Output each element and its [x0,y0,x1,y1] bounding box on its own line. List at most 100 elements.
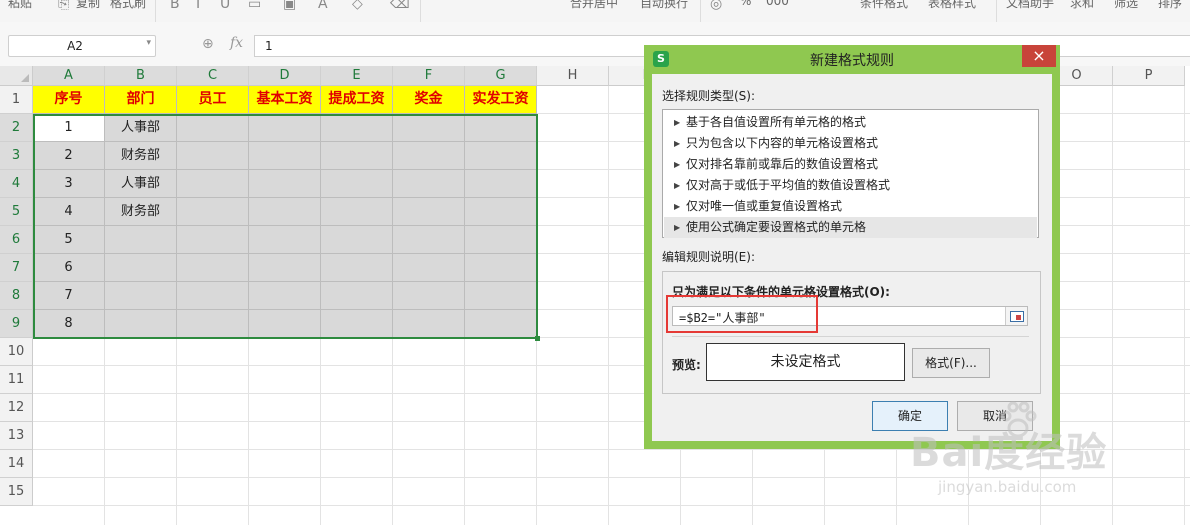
column-header-p[interactable]: P [1113,66,1185,86]
fill-icon[interactable]: ▣ [283,0,296,12]
close-button[interactable]: × [1022,45,1056,67]
header-cell[interactable]: 员工 [177,86,249,114]
thousands-button[interactable]: 000 [766,0,789,8]
dialog-title: 新建格式规则 [810,53,894,69]
watermark-main-text: Bai度经验 [910,430,1108,476]
edit-description-label: 编辑规则说明(E): [662,250,755,264]
format-painter-button[interactable]: 格式刷 [110,0,146,11]
row-header-5[interactable]: 5 [0,198,33,226]
expand-arrow-icon: ▶ [674,160,681,169]
column-header-h[interactable]: H [537,66,609,86]
column-header-a[interactable]: A [33,66,105,86]
watermark-url: jingyan.baidu.com [938,478,1077,496]
range-picker-icon[interactable] [1005,307,1027,325]
header-cell[interactable]: 提成工资 [321,86,393,114]
rule-type-label: 仅对唯一值或重复值设置格式 [686,199,843,213]
baidu-watermark: Bai度经验 jingyan.baidu.com [910,400,1130,520]
rule-type-label: 仅对排名靠前或靠后的数值设置格式 [686,157,879,171]
row-header-7[interactable]: 7 [0,254,33,282]
expand-arrow-icon: ▶ [674,139,681,148]
divider [672,336,1029,337]
row-header-10[interactable]: 10 [0,338,33,366]
row-header-8[interactable]: 8 [0,282,33,310]
rule-type-label: 选择规则类型(S): [662,89,756,103]
eraser-icon[interactable]: ⌫ [390,0,410,12]
name-box[interactable]: A2 ▾ [8,35,156,57]
format-button[interactable]: 格式(F)... [912,348,990,378]
highlight-box [666,295,818,333]
conditional-format-button[interactable]: 条件格式 [860,0,908,11]
merge-center-button[interactable]: 合并居中 [570,0,618,11]
font-color-icon[interactable]: A [318,0,328,12]
rule-type-item[interactable]: ▶ 仅对唯一值或重复值设置格式 [664,196,1037,217]
new-format-rule-dialog: S 新建格式规则 × 选择规则类型(S): ▶ 基于各自值设置所有单元格的格式 ▶ 只… [644,45,1060,449]
header-cell[interactable]: 部门 [105,86,177,114]
row-header-14[interactable]: 14 [0,450,33,478]
select-all-corner[interactable] [0,66,33,86]
preview-box: 未设定格式 [706,343,905,381]
rule-type-label: 仅对高于或低于平均值的数值设置格式 [686,178,891,192]
formula-value: 1 [265,39,273,53]
filter-button[interactable]: 筛选 [1114,0,1138,11]
header-cell[interactable]: 实发工资 [465,86,537,114]
paste-button[interactable]: 粘贴 [8,0,32,11]
rule-type-label: 基于各自值设置所有单元格的格式 [686,115,867,129]
copy-button[interactable]: 复制 [76,0,100,11]
row-header-9[interactable]: 9 [0,310,33,338]
bold-icon[interactable]: B [170,0,180,12]
header-cell[interactable]: 奖金 [393,86,465,114]
rule-type-item[interactable]: ▶ 基于各自值设置所有单元格的格式 [664,112,1037,133]
column-header-d[interactable]: D [249,66,321,86]
row-header-2[interactable]: 2 [0,114,33,142]
column-header-c[interactable]: C [177,66,249,86]
expand-arrow-icon: ▶ [674,118,681,127]
column-header-e[interactable]: E [321,66,393,86]
toolbar: 粘贴 ⎘ 复制 格式刷 B I U ▭ ▣ A ◇ ⌫ 合并居中 自动换行 ◎ … [0,0,1190,23]
sort-button[interactable]: 排序 [1158,0,1182,11]
rule-type-item[interactable]: ▶ 只为包含以下内容的单元格设置格式 [664,133,1037,154]
header-cell[interactable]: 基本工资 [249,86,321,114]
fx-icon[interactable]: fx [230,35,243,51]
row-header-3[interactable]: 3 [0,142,33,170]
auto-wrap-button[interactable]: 自动换行 [640,0,688,11]
copy-icon: ⎘ [58,0,70,12]
sum-button[interactable]: 求和 [1070,0,1094,11]
rule-type-item[interactable]: ▶ 使用公式确定要设置格式的单元格 [664,217,1037,238]
underline-icon[interactable]: U [220,0,230,12]
expand-arrow-icon: ▶ [674,202,681,211]
column-header-g[interactable]: G [465,66,537,86]
expand-arrow-icon: ▶ [674,181,681,190]
header-cell[interactable]: 序号 [33,86,105,114]
name-box-value: A2 [67,39,83,53]
column-header-b[interactable]: B [105,66,177,86]
row-header-12[interactable]: 12 [0,394,33,422]
border-icon[interactable]: ▭ [248,0,261,12]
dialog-titlebar[interactable]: S 新建格式规则 × [644,45,1060,73]
percent-button[interactable]: % [740,0,751,8]
fill-handle[interactable] [535,336,540,341]
row-header-6[interactable]: 6 [0,226,33,254]
rule-type-label: 只为包含以下内容的单元格设置格式 [686,136,879,150]
zoom-icon[interactable]: ⊕ [202,36,214,52]
expand-arrow-icon: ▶ [674,223,681,232]
rule-type-item[interactable]: ▶ 仅对高于或低于平均值的数值设置格式 [664,175,1037,196]
clear-icon[interactable]: ◇ [352,0,363,12]
doc-assistant-button[interactable]: 文档助手 [1006,0,1054,11]
currency-icon[interactable]: ◎ [710,0,722,12]
row-header-13[interactable]: 13 [0,422,33,450]
row-header-11[interactable]: 11 [0,366,33,394]
column-header-f[interactable]: F [393,66,465,86]
chevron-down-icon[interactable]: ▾ [146,38,151,48]
table-style-button[interactable]: 表格样式 [928,0,976,11]
row-header-4[interactable]: 4 [0,170,33,198]
row-header-15[interactable]: 15 [0,478,33,506]
rule-type-list[interactable]: ▶ 基于各自值设置所有单元格的格式 ▶ 只为包含以下内容的单元格设置格式 ▶ 仅对排名靠前… [662,109,1039,238]
row-header-1[interactable]: 1 [0,86,33,114]
rule-type-label: 使用公式确定要设置格式的单元格 [686,220,867,234]
italic-icon[interactable]: I [196,0,200,12]
preview-label: 预览: [672,358,701,372]
rule-type-item[interactable]: ▶ 仅对排名靠前或靠后的数值设置格式 [664,154,1037,175]
gridline [608,86,609,525]
selection-range [33,114,538,339]
gridline [1184,86,1185,525]
